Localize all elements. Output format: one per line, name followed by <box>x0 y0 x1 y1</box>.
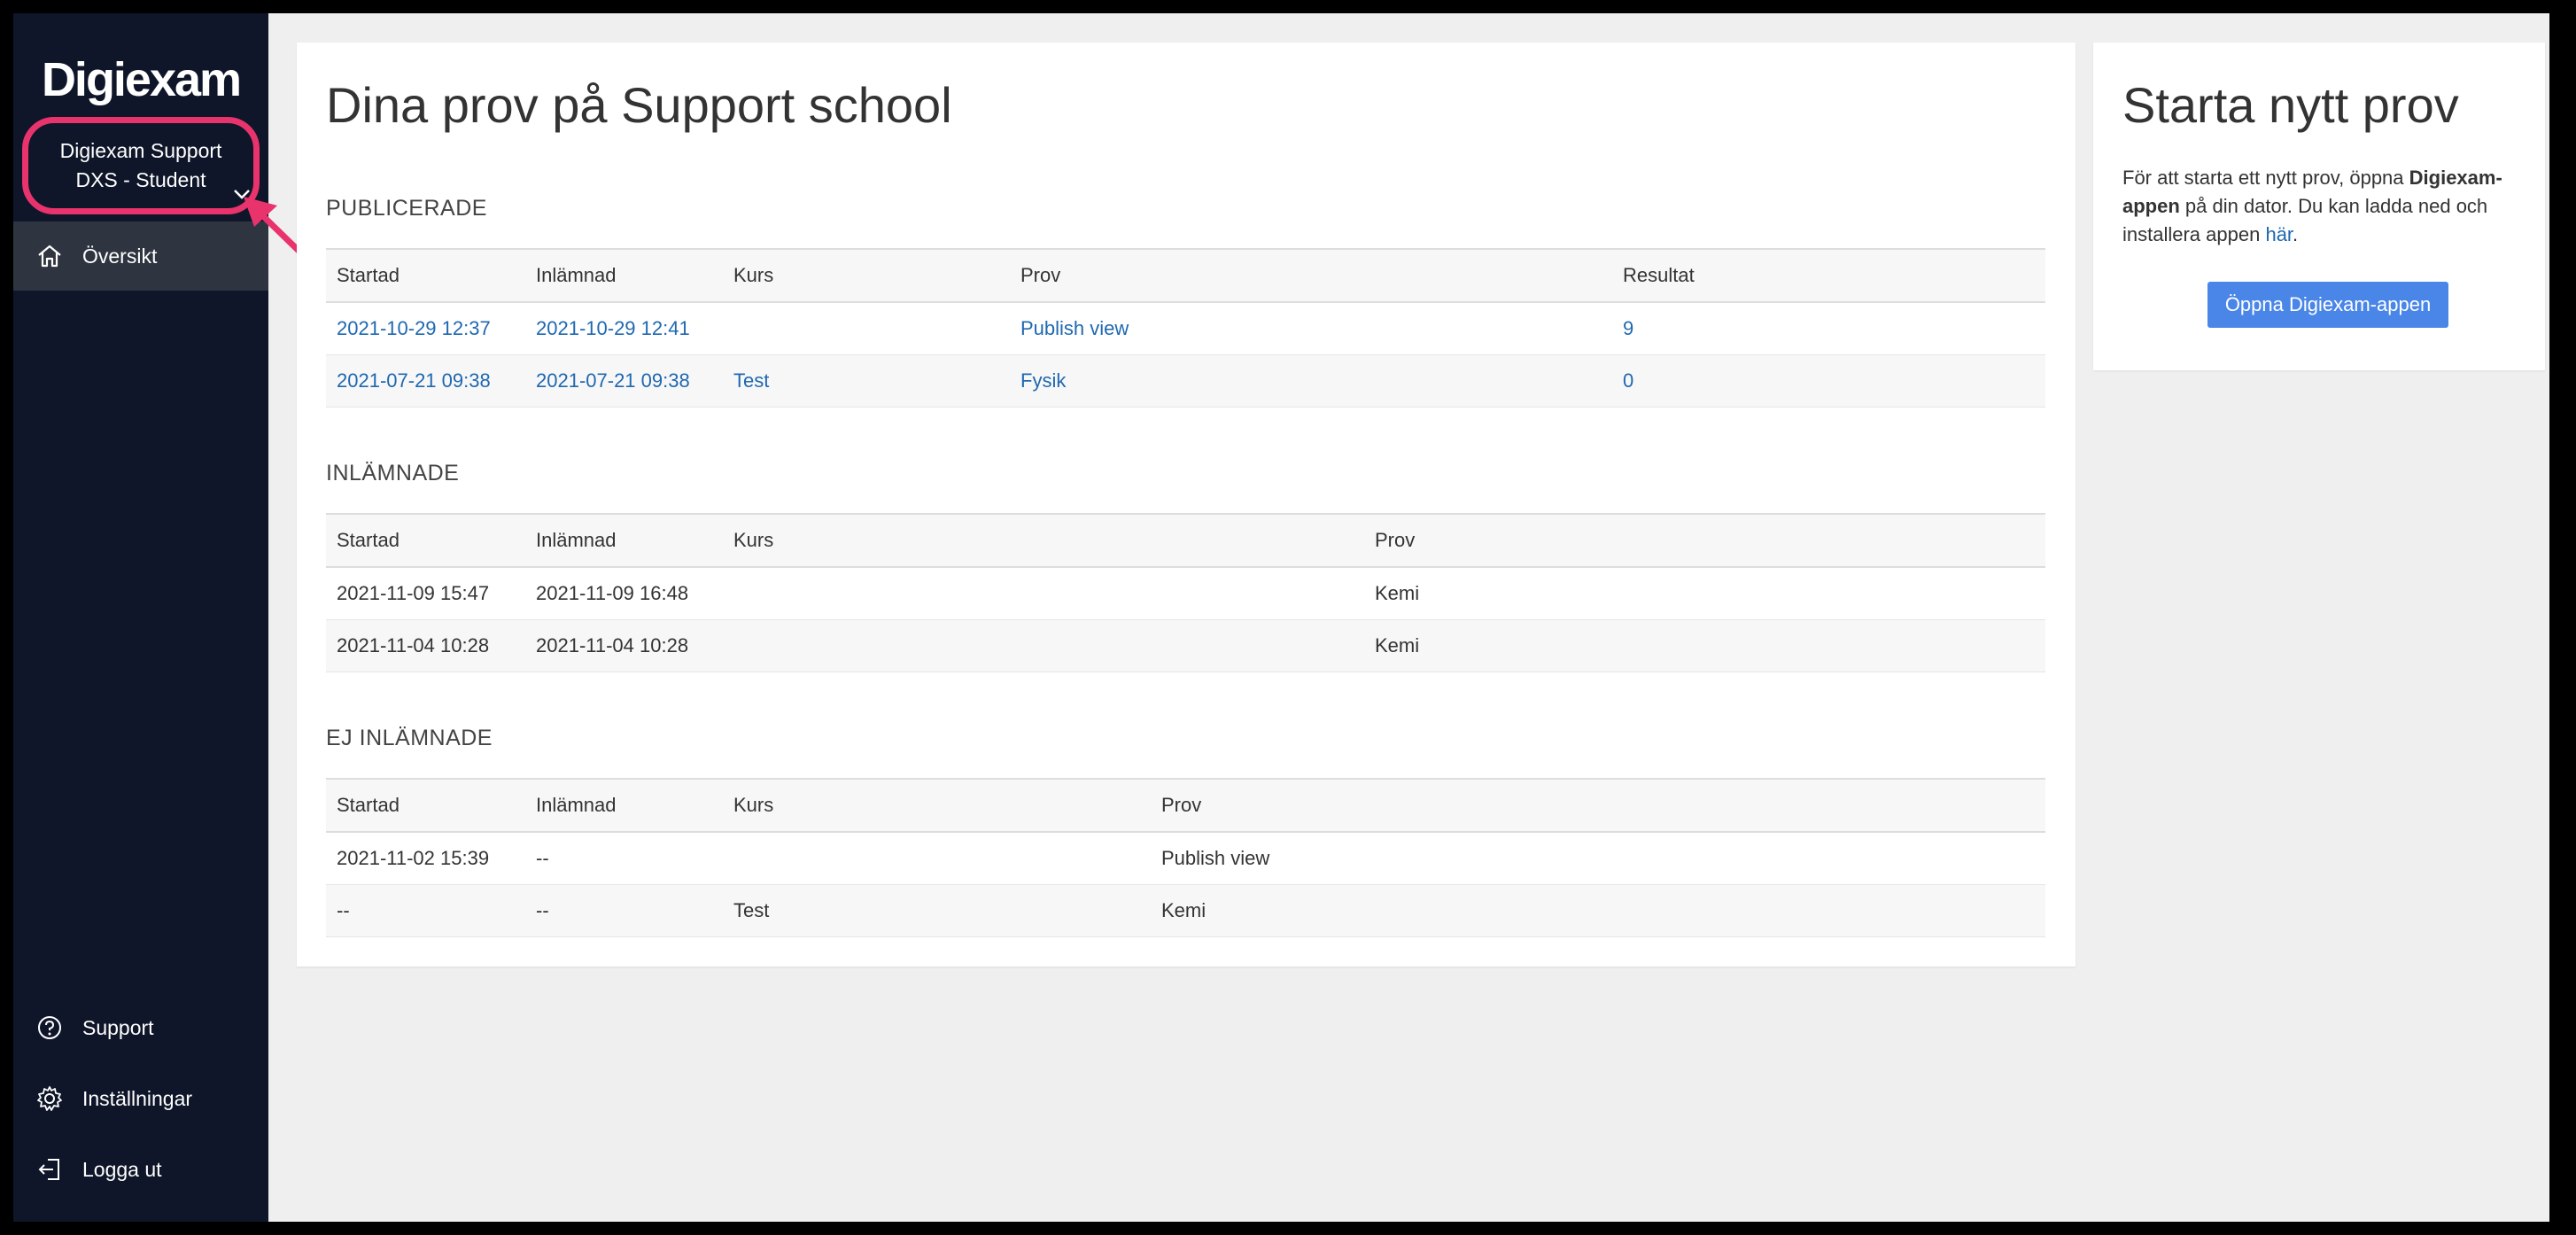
start-exam-title: Starta nytt prov <box>2122 77 2459 133</box>
exams-card: Dina prov på Support school PUBLICERADE … <box>297 43 2076 967</box>
exam-link[interactable]: Publish view <box>1020 317 1129 339</box>
published-table: Startad Inlämnad Kurs Prov Resultat 2021… <box>326 248 2045 408</box>
column-header[interactable]: Inlämnad <box>525 248 723 303</box>
exam-cell: Kemi <box>1151 884 2045 937</box>
account-name: Digiexam Support <box>59 139 222 162</box>
logout-icon <box>35 1154 65 1185</box>
course-cell: Test <box>723 884 1151 937</box>
submitted-cell: 2021-11-09 16:48 <box>525 567 723 620</box>
sidebar-item-oversikt[interactable]: Översikt <box>13 221 268 291</box>
sidebar-item-label: Inställningar <box>82 1086 193 1110</box>
open-digiexam-app-button[interactable]: Öppna Digiexam-appen <box>2207 282 2448 328</box>
column-header[interactable]: Kurs <box>723 778 1151 833</box>
app-window: Digiexam Digiexam Support DXS - Student … <box>13 13 2549 1222</box>
sidebar-item-support[interactable]: Support <box>13 993 268 1062</box>
sidebar-item-label: Support <box>82 1015 154 1039</box>
table-row[interactable]: 2021-07-21 09:38 2021-07-21 09:38 Test F… <box>326 354 2045 408</box>
account-switcher[interactable]: Digiexam Support DXS - Student <box>22 117 260 214</box>
result-link[interactable]: 0 <box>1623 369 1633 392</box>
table-row: -- -- Test Kemi <box>326 884 2045 937</box>
sidebar-item-label: Översikt <box>82 244 158 268</box>
column-header[interactable]: Startad <box>326 513 525 568</box>
download-link[interactable]: här <box>2265 223 2293 245</box>
started-cell: 2021-11-04 10:28 <box>326 619 525 672</box>
result-link[interactable]: 9 <box>1623 317 1633 339</box>
column-header[interactable]: Kurs <box>723 248 1010 303</box>
table-row: 2021-11-09 15:47 2021-11-09 16:48 Kemi <box>326 567 2045 620</box>
column-header[interactable]: Resultat <box>1612 248 2045 303</box>
column-header[interactable]: Prov <box>1010 248 1612 303</box>
section-label-published: PUBLICERADE <box>326 196 487 221</box>
started-cell: 2021-11-09 15:47 <box>326 567 525 620</box>
table-header-row: Startad Inlämnad Kurs Prov <box>326 778 2045 833</box>
started-link[interactable]: 2021-10-29 12:37 <box>337 317 491 339</box>
course-cell <box>723 567 1364 620</box>
start-exam-card: Starta nytt prov För att starta ett nytt… <box>2093 43 2545 370</box>
started-cell: -- <box>326 884 525 937</box>
table-row: 2021-11-02 15:39 -- Publish view <box>326 832 2045 885</box>
submitted-table: Startad Inlämnad Kurs Prov 2021-11-09 15… <box>326 513 2045 672</box>
account-role: DXS - Student <box>75 168 206 191</box>
gear-icon <box>35 1084 65 1114</box>
table-row[interactable]: 2021-10-29 12:37 2021-10-29 12:41 Publis… <box>326 302 2045 355</box>
course-cell <box>723 832 1151 885</box>
page-title: Dina prov på Support school <box>326 77 952 133</box>
exam-cell: Kemi <box>1364 567 2045 620</box>
column-header[interactable]: Inlämnad <box>525 778 723 833</box>
section-label-submitted: INLÄMNADE <box>326 461 460 485</box>
not-submitted-table: Startad Inlämnad Kurs Prov 2021-11-02 15… <box>326 778 2045 937</box>
help-icon <box>35 1013 65 1043</box>
started-link[interactable]: 2021-07-21 09:38 <box>337 369 491 392</box>
logo: Digiexam <box>41 53 242 106</box>
column-header[interactable]: Startad <box>326 778 525 833</box>
table-header-row: Startad Inlämnad Kurs Prov <box>326 513 2045 568</box>
instructions-text: För att starta ett nytt prov, öppna <box>2122 167 2409 189</box>
column-header[interactable]: Kurs <box>723 513 1364 568</box>
submitted-cell: 2021-11-04 10:28 <box>525 619 723 672</box>
exam-link[interactable]: Fysik <box>1020 369 1066 392</box>
column-header[interactable]: Prov <box>1151 778 2045 833</box>
sidebar-item-installningar[interactable]: Inställningar <box>13 1064 268 1133</box>
sidebar-item-label: Logga ut <box>82 1157 162 1181</box>
table-header-row: Startad Inlämnad Kurs Prov Resultat <box>326 248 2045 303</box>
table-row: 2021-11-04 10:28 2021-11-04 10:28 Kemi <box>326 619 2045 672</box>
started-cell: 2021-11-02 15:39 <box>326 832 525 885</box>
submitted-cell: -- <box>525 832 723 885</box>
column-header[interactable]: Startad <box>326 248 525 303</box>
submitted-link[interactable]: 2021-10-29 12:41 <box>536 317 690 339</box>
submitted-link[interactable]: 2021-07-21 09:38 <box>536 369 690 392</box>
home-icon <box>35 241 65 271</box>
course-link[interactable]: Test <box>733 369 769 392</box>
column-header[interactable]: Inlämnad <box>525 513 723 568</box>
section-label-not-submitted: EJ INLÄMNADE <box>326 726 493 750</box>
instructions-text: . <box>2293 223 2299 245</box>
sidebar: Digiexam Digiexam Support DXS - Student … <box>13 13 268 1222</box>
submitted-cell: -- <box>525 884 723 937</box>
exam-cell: Publish view <box>1151 832 2045 885</box>
sidebar-item-logga-ut[interactable]: Logga ut <box>13 1135 268 1204</box>
start-exam-instructions: För att starta ett nytt prov, öppna Digi… <box>2122 164 2521 249</box>
column-header[interactable]: Prov <box>1364 513 2045 568</box>
course-cell <box>723 619 1364 672</box>
exam-cell: Kemi <box>1364 619 2045 672</box>
